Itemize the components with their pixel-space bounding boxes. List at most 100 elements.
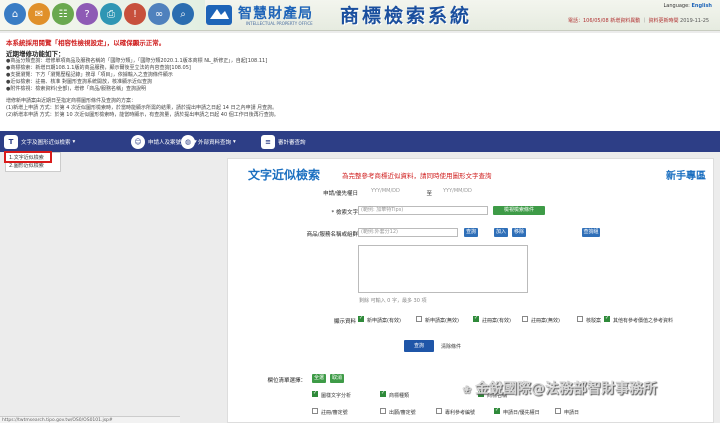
chars-hint: 剩餘 可輸入 0 字，最多 30 項 [359,298,427,304]
chevron-down-icon: ▾ [233,138,236,145]
goods-input[interactable]: (範例:外套分12) [358,228,458,237]
agency-name-en: INTELLECTUAL PROPERTY OFFICE [246,21,313,26]
column-option-label: 申請日/優先權日 [503,410,540,416]
form-warning: 為完整參考商標近似資料，請同時使用圖形文字查詢 [342,172,492,180]
column-checkbox[interactable] [380,390,386,397]
display-option-label: 註冊案(無效) [531,318,560,324]
print-icon[interactable]: ⎙ [100,3,122,25]
compat-alert: 本系統採用閱覽「相容性檢視設定」，以確保顯示正常。 [6,39,166,47]
language-value[interactable]: English [691,3,712,9]
display-option-label: 其他有參考價值之參考資料 [613,318,674,324]
column-checkbox[interactable] [380,408,386,414]
view-criteria-button[interactable]: 檢視檢索條件 [493,206,545,215]
display-option-label: 註冊案(有效) [482,318,511,324]
status-bar: https://twtmsearch.tipo.gov.tw/OS0/OS010… [0,416,180,423]
remove-goods-button[interactable]: 移除 [512,228,526,237]
notice-heading: 近期增修功能如下： [6,50,65,58]
highlight-box [4,151,52,163]
display-label: 顯示資料 [333,319,356,325]
sitemap-icon[interactable]: ☷ [52,3,74,25]
help-icon[interactable]: ! [124,3,146,25]
display-option-label: 新申請案(無效) [425,318,459,324]
search-icon[interactable]: ⌕ [172,3,194,25]
form-title: 文字近似檢索 [248,168,321,182]
notice-line: ●商標檢索：新增日期108.1.1版的商品服務，顯示爾後至立法的內容查詢[108… [6,65,191,71]
goods-textarea[interactable] [358,245,528,293]
display-option-checkbox[interactable] [522,316,528,322]
column-option-label: 專利參考編號 [445,410,476,416]
keyword-input[interactable]: (範例: 加華特Tips) [358,206,488,215]
nav-item-label: 外部資料查詢 [198,139,232,146]
document-icon: ≡ [261,134,275,149]
notice-line: ●近似檢索：註冊、核准 對圖形查詢系統開放，核准顯示近似查詢 [6,79,152,85]
nav-item-label: 文字及圖形近似檢索 [21,139,71,146]
deselect-button[interactable]: 取消 [330,374,344,383]
update-text[interactable]: 電話：106/05/08 新增資料異動 [568,18,640,24]
date-to-label: 至 [426,191,432,197]
mail-icon[interactable]: ✉ [28,3,50,25]
agency-name: 智慧財產局 [238,6,313,22]
notice-extra-line: (2)新增本申請 方式：於第 10 次近似圖形檢索時，能當時顯示，有查詢量，請於… [6,112,279,118]
update-date-label: 資料更新時間 [648,18,679,24]
notice-section: 本系統採用閱覽「相容性檢視設定」，以確保顯示正常。 近期增修功能如下： ●商品分… [0,33,720,131]
date-to-input[interactable]: YYY/MM/DD [440,187,500,196]
header-bar: ⌂ ✉ ☷ ? ⎙ ! ∞ ⌕ 智慧財產局 INTELLECTUAL PROPE… [0,0,720,31]
display-option-checkbox[interactable] [604,315,610,322]
globe-icon: ◍ [181,134,195,149]
display-option-checkbox[interactable] [416,316,422,322]
date-from-input[interactable]: YYY/MM/DD [368,187,428,196]
home-icon[interactable]: ⌂ [4,3,26,25]
select-all-button[interactable]: 全選 [312,374,326,383]
column-option-label: 商標種類 [389,393,410,399]
faq-icon[interactable]: ? [76,3,98,25]
header-icon-strip: ⌂ ✉ ☷ ? ⎙ ! ∞ ⌕ [0,0,205,30]
watermark-text: 金銳國際@法務部智財事務所 [475,381,658,397]
notice-extra-line: 增修新申請案由近期日至指定商標圖形條件及查詢的方案： [6,98,137,104]
tipo-logo [206,5,232,25]
update-date: 2019-11-25 [680,18,710,24]
column-option-label: 圖樣文字分析 [321,393,352,399]
column-option-label: 申請日 [564,410,580,416]
search-button[interactable]: 查詢 [404,340,434,352]
nav-item-text-image-search[interactable]: T 文字及圖形近似檢索 ▾ [4,133,75,150]
goods-search-button[interactable]: 查詢 [464,228,478,237]
system-title: 商標檢索系統 [340,5,473,27]
column-checkbox[interactable] [312,408,318,414]
date-label: 申請/優先權日 [323,191,358,197]
display-option-checkbox[interactable] [358,315,364,322]
nav-item-review-search[interactable]: ≡ 審計審查詢 [261,133,306,150]
watermark: ❀ 金銳國際@法務部智財事務所 [462,378,657,398]
keyword-label: * 檢索文字 [331,210,359,216]
text-icon: T [4,134,18,149]
group-search-button[interactable]: 查詢組 [582,228,600,237]
column-checkbox[interactable] [436,408,442,414]
display-option-checkbox[interactable] [473,315,479,322]
display-option-label: 核駁案 [586,318,602,324]
chevron-down-icon: ▾ [72,138,76,145]
link-icon[interactable]: ∞ [148,3,170,25]
main-nav: T 文字及圖形近似檢索 ▾ ☺ 申請人及案號查詢 ▾ ◍ 外部資料查詢 ▾ ≡ … [0,131,720,152]
nav-item-external-data[interactable]: ◍ 外部資料查詢 ▾ [181,133,236,150]
column-label: 欄位清單選擇： [267,378,306,384]
update-info: 電話：106/05/08 新增資料異動 ｜ 資料更新時間 2019-11-25 [568,18,710,24]
notice-extra-line: (1)新增上申請 方式：於第 4 次近似圖形檢索時，於當時能顯示所需的結果，請於… [6,105,278,111]
nav-item-label: 審計審查詢 [278,139,306,146]
display-option-checkbox[interactable] [577,316,583,322]
language-switch[interactable]: Language: English [664,3,713,9]
column-option-label: 出願/審定號 [389,410,416,416]
column-checkbox[interactable] [555,408,561,414]
notice-line: ●附件檢視：檢索資料(全部)，增修「商品/服務名稱」查詢說明 [6,86,146,92]
column-checkbox[interactable] [312,390,318,397]
notice-line: ●支援瀏覽：下方「瀏覽歷程記錄」搜尋「項目」，依據輸入之查詢條件顯示 [6,72,173,78]
beginner-guide-link[interactable]: 新手專區 [666,167,706,182]
display-option-label: 新申請案(有效) [367,318,401,324]
add-goods-button[interactable]: 加入 [494,228,508,237]
column-option-label: 註冊/審定號 [321,410,348,416]
goods-label: 商品/服務名稱或組群 [306,232,358,238]
language-label: Language: [663,3,690,9]
column-checkbox[interactable] [494,407,500,414]
wechat-icon: ❀ [462,383,476,396]
reset-button[interactable]: 清除條件 [441,343,461,350]
people-icon: ☺ [131,134,145,149]
notice-line: ●商品分類查詢：增修單項商品及服務名稱的「國際分類」，「國際分類2020.1.1… [6,58,268,64]
